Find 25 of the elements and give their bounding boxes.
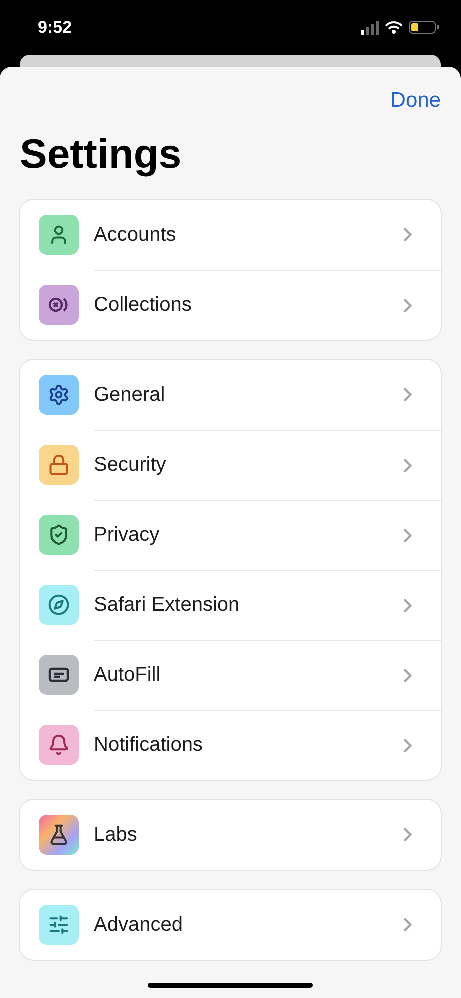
lock-icon: [48, 454, 70, 476]
target-icon: [48, 296, 70, 314]
card-icon: [48, 666, 70, 684]
battery-icon: [409, 21, 439, 34]
status-time: 9:52: [38, 18, 72, 38]
page-title: Settings: [20, 131, 183, 178]
settings-item[interactable]: Accounts: [94, 224, 176, 246]
done-button[interactable]: Done: [390, 85, 441, 117]
settings-item[interactable]: Advanced: [94, 914, 183, 936]
settings-item[interactable]: Labs: [94, 824, 138, 846]
settings-item[interactable]: Privacy: [94, 524, 160, 547]
settings-item[interactable]: Collections: [94, 294, 192, 317]
settings-item[interactable]: General: [94, 384, 166, 406]
sliders-icon: [48, 914, 70, 936]
signal-icon: [361, 20, 379, 34]
settings-item[interactable]: Notifications: [94, 734, 203, 757]
settings-icon: [48, 384, 70, 406]
wifi-icon: [385, 21, 403, 34]
settings-item[interactable]: Safari Extension: [94, 594, 240, 617]
settings-item[interactable]: AutoFill: [94, 664, 161, 687]
flask-icon: [48, 824, 70, 846]
compass-icon: [48, 594, 70, 616]
settings-item[interactable]: Security: [94, 454, 166, 477]
shield-icon: [48, 524, 70, 546]
bell-icon: [48, 734, 70, 756]
